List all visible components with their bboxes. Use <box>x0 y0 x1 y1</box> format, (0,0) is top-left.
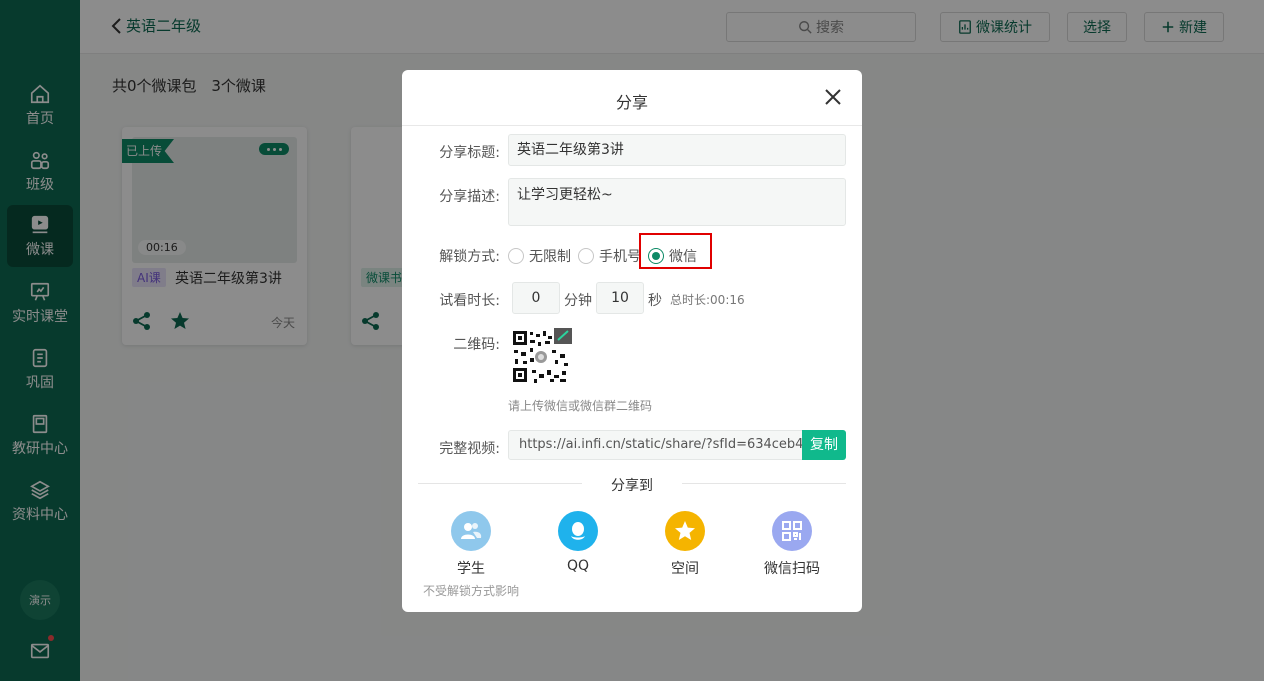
qq-icon <box>558 511 598 551</box>
radio-circle <box>508 248 524 264</box>
radio-label: 无限制 <box>529 249 571 265</box>
share-desc-textarea[interactable]: 让学习更轻松~ <box>508 178 846 226</box>
qzone-star-icon <box>665 511 705 551</box>
radio-circle <box>578 248 594 264</box>
qr-label: 二维码: <box>453 337 500 353</box>
students-icon <box>451 511 491 551</box>
qr-code-image[interactable] <box>510 328 572 386</box>
radio-label: 手机号 <box>599 249 641 265</box>
unlock-option-phone[interactable]: 手机号 <box>578 246 641 266</box>
video-url-field[interactable]: https://ai.infi.cn/static/share/?sfId=63… <box>508 430 804 460</box>
share-title-input[interactable]: 英语二年级第3讲 <box>508 134 846 166</box>
unlock-label: 解锁方式: <box>439 249 500 265</box>
seconds-unit: 秒 <box>648 293 662 309</box>
video-label: 完整视频: <box>439 441 500 457</box>
share-desc-label: 分享描述: <box>439 189 500 205</box>
minutes-unit: 分钟 <box>564 293 592 309</box>
share-to-wechat-scan[interactable]: 微信扫码 <box>742 511 842 578</box>
total-duration: 总时长:00:16 <box>670 293 745 307</box>
trial-seconds-input[interactable]: 10 <box>596 282 644 314</box>
share-to-label: 分享到 <box>611 478 653 494</box>
qr-hint: 请上传微信或微信群二维码 <box>508 399 653 413</box>
highlight-annotation <box>639 233 712 269</box>
dialog-title: 分享 <box>615 93 648 112</box>
share-to-students[interactable]: 学生 不受解锁方式影响 <box>421 511 521 599</box>
trial-minutes-input[interactable]: 0 <box>512 282 560 314</box>
share-target-label: QQ <box>566 558 590 574</box>
unlock-option-unlimited[interactable]: 无限制 <box>508 246 571 266</box>
share-target-label: 空间 <box>671 561 699 577</box>
trial-label: 试看时长: <box>439 293 500 309</box>
share-to-qq[interactable]: QQ <box>528 511 628 574</box>
copy-button[interactable]: 复制 <box>802 430 846 460</box>
share-target-note: 不受解锁方式影响 <box>422 584 519 598</box>
share-dialog: 分享 分享标题: 英语二年级第3讲 分享描述: 让学习更轻松~ 解锁方式: 无限… <box>402 70 862 612</box>
qr-scan-icon <box>772 511 812 551</box>
share-target-label: 微信扫码 <box>764 561 820 577</box>
share-to-qzone[interactable]: 空间 <box>635 511 735 578</box>
divider <box>402 125 862 126</box>
share-target-label: 学生 <box>457 561 485 577</box>
close-icon[interactable] <box>824 88 842 106</box>
share-title-label: 分享标题: <box>439 145 500 161</box>
